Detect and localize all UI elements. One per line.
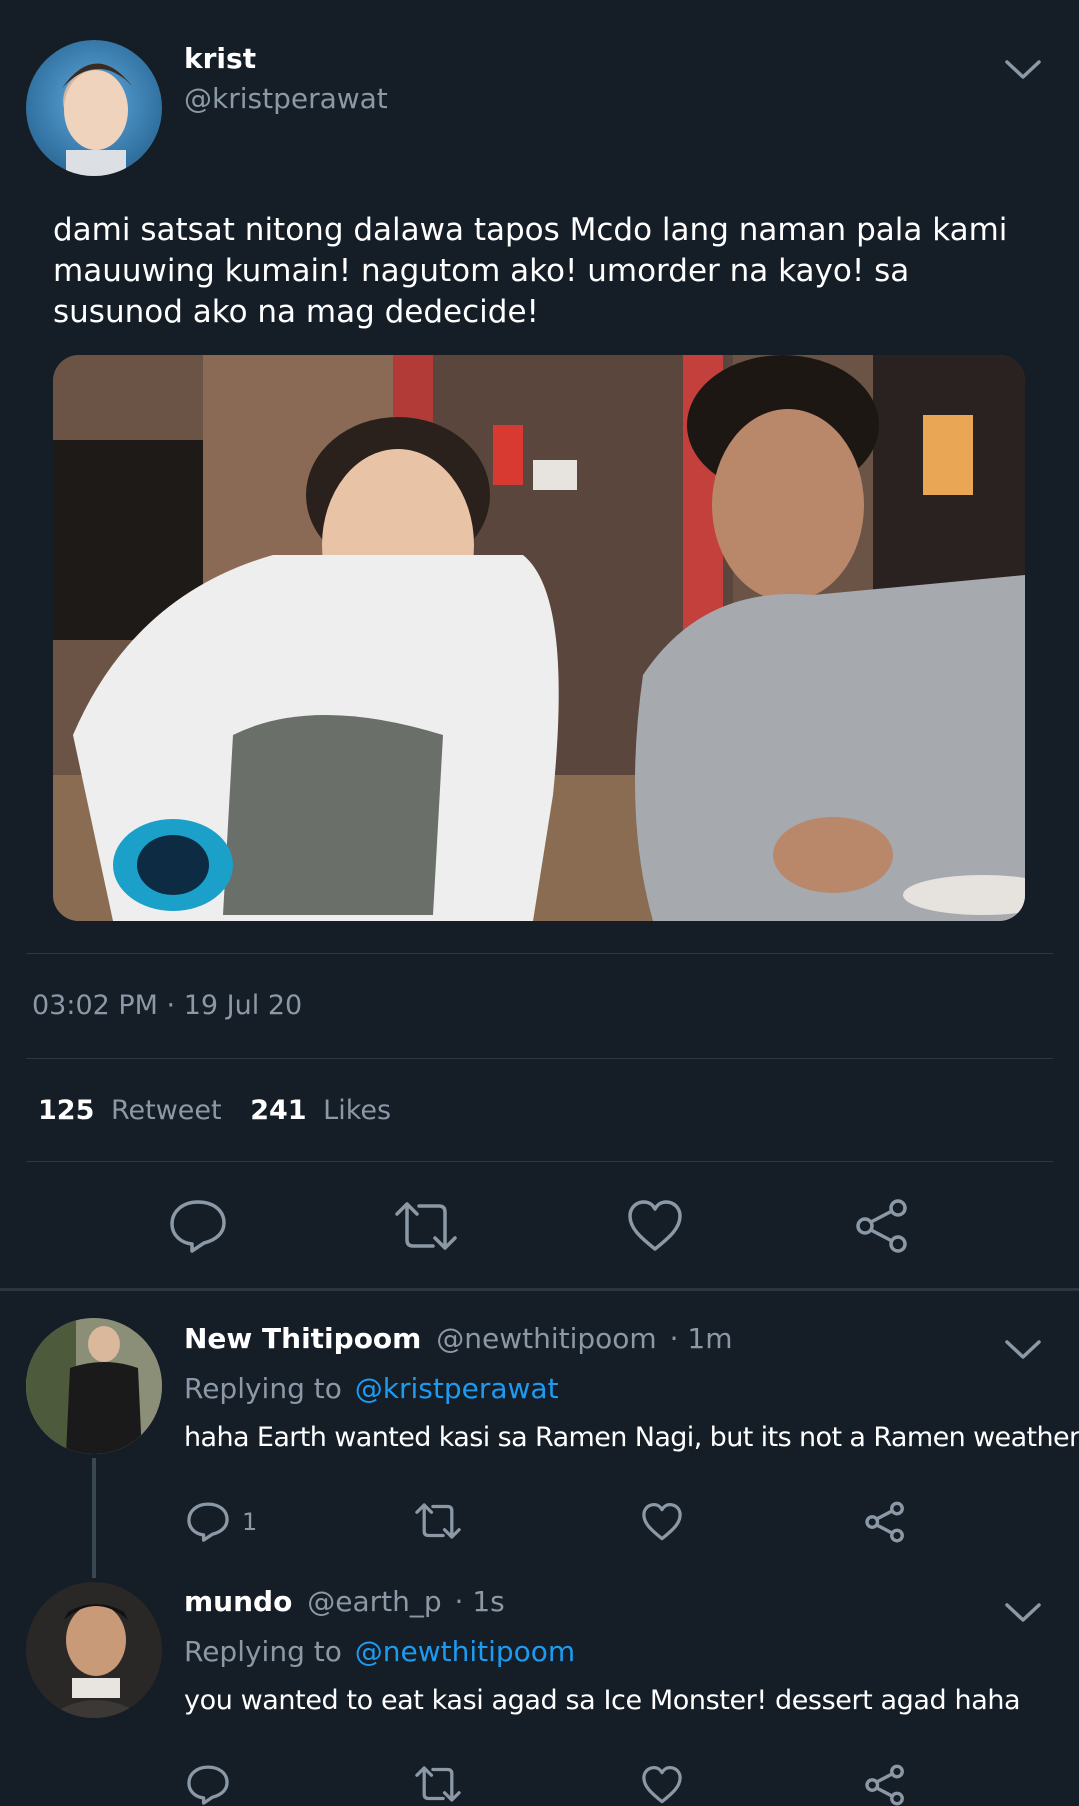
chevron-down-icon[interactable] (1004, 58, 1042, 82)
tweet-text: dami satsat nitong dalawa tapos Mcdo lan… (53, 212, 1008, 330)
author-avatar[interactable] (26, 40, 162, 176)
section-divider (0, 1288, 1079, 1291)
reply-count: 1 (242, 1508, 258, 1536)
avatar-person-icon (26, 1582, 162, 1718)
reply-avatar[interactable] (26, 1582, 162, 1718)
likes-count[interactable]: 241 (250, 1095, 306, 1126)
share-icon[interactable] (854, 1198, 910, 1254)
tweet-photo[interactable] (53, 355, 1025, 921)
reply-author-name[interactable]: mundo (184, 1585, 292, 1618)
reply-author-handle[interactable]: @newthitipoom (436, 1322, 656, 1355)
replying-to-prefix: Replying to (184, 1635, 342, 1668)
like-icon[interactable] (641, 1502, 683, 1542)
reply-text: you wanted to eat kasi agad sa Ice Monst… (184, 1685, 1021, 1716)
replying-to: Replying to @kristperawat (184, 1372, 559, 1405)
reply-text: haha Earth wanted kasi sa Ramen Nagi, bu… (184, 1422, 1079, 1453)
reply-icon[interactable] (186, 1763, 230, 1805)
author-name[interactable]: krist (184, 42, 256, 75)
reply-header: mundo @earth_p · 1s (184, 1585, 505, 1618)
like-icon[interactable] (626, 1199, 684, 1253)
replying-to-handle[interactable]: @newthitipoom (355, 1635, 575, 1668)
share-icon[interactable] (864, 1501, 906, 1543)
reply-header: New Thitipoom @newthitipoom · 1m (184, 1322, 733, 1355)
reply-author-handle[interactable]: @earth_p (307, 1585, 441, 1618)
replying-to-handle[interactable]: @kristperawat (355, 1372, 559, 1405)
reply-time: · 1m (669, 1322, 733, 1355)
tweet-timestamp: 03:02 PM · 19 Jul 20 (32, 990, 303, 1021)
retweet-count[interactable]: 125 (38, 1095, 94, 1126)
share-icon[interactable] (864, 1764, 906, 1806)
likes-label[interactable]: Likes (323, 1095, 391, 1126)
replying-to-prefix: Replying to (184, 1372, 342, 1405)
reply-avatar[interactable] (26, 1318, 162, 1454)
tweet-stats: 125 Retweet 241 Likes (38, 1095, 391, 1126)
reply-time: · 1s (454, 1585, 505, 1618)
avatar-person-icon (26, 1318, 162, 1454)
retweet-icon[interactable] (393, 1200, 459, 1252)
divider (26, 1161, 1053, 1162)
avatar-face-icon (62, 63, 132, 176)
reply-icon[interactable] (168, 1197, 228, 1253)
chevron-down-icon[interactable] (1004, 1338, 1042, 1362)
replying-to: Replying to @newthitipoom (184, 1635, 575, 1668)
like-icon[interactable] (641, 1765, 683, 1805)
divider (26, 953, 1053, 954)
retweet-label[interactable]: Retweet (111, 1095, 222, 1126)
chevron-down-icon[interactable] (1004, 1601, 1042, 1625)
retweet-icon[interactable] (414, 1765, 462, 1803)
author-handle[interactable]: @kristperawat (184, 82, 388, 115)
reply-author-name[interactable]: New Thitipoom (184, 1322, 421, 1355)
divider (26, 1058, 1053, 1059)
reply-icon[interactable] (186, 1500, 230, 1542)
retweet-icon[interactable] (414, 1502, 462, 1540)
photo-image (53, 355, 1025, 921)
thread-line (92, 1458, 96, 1578)
